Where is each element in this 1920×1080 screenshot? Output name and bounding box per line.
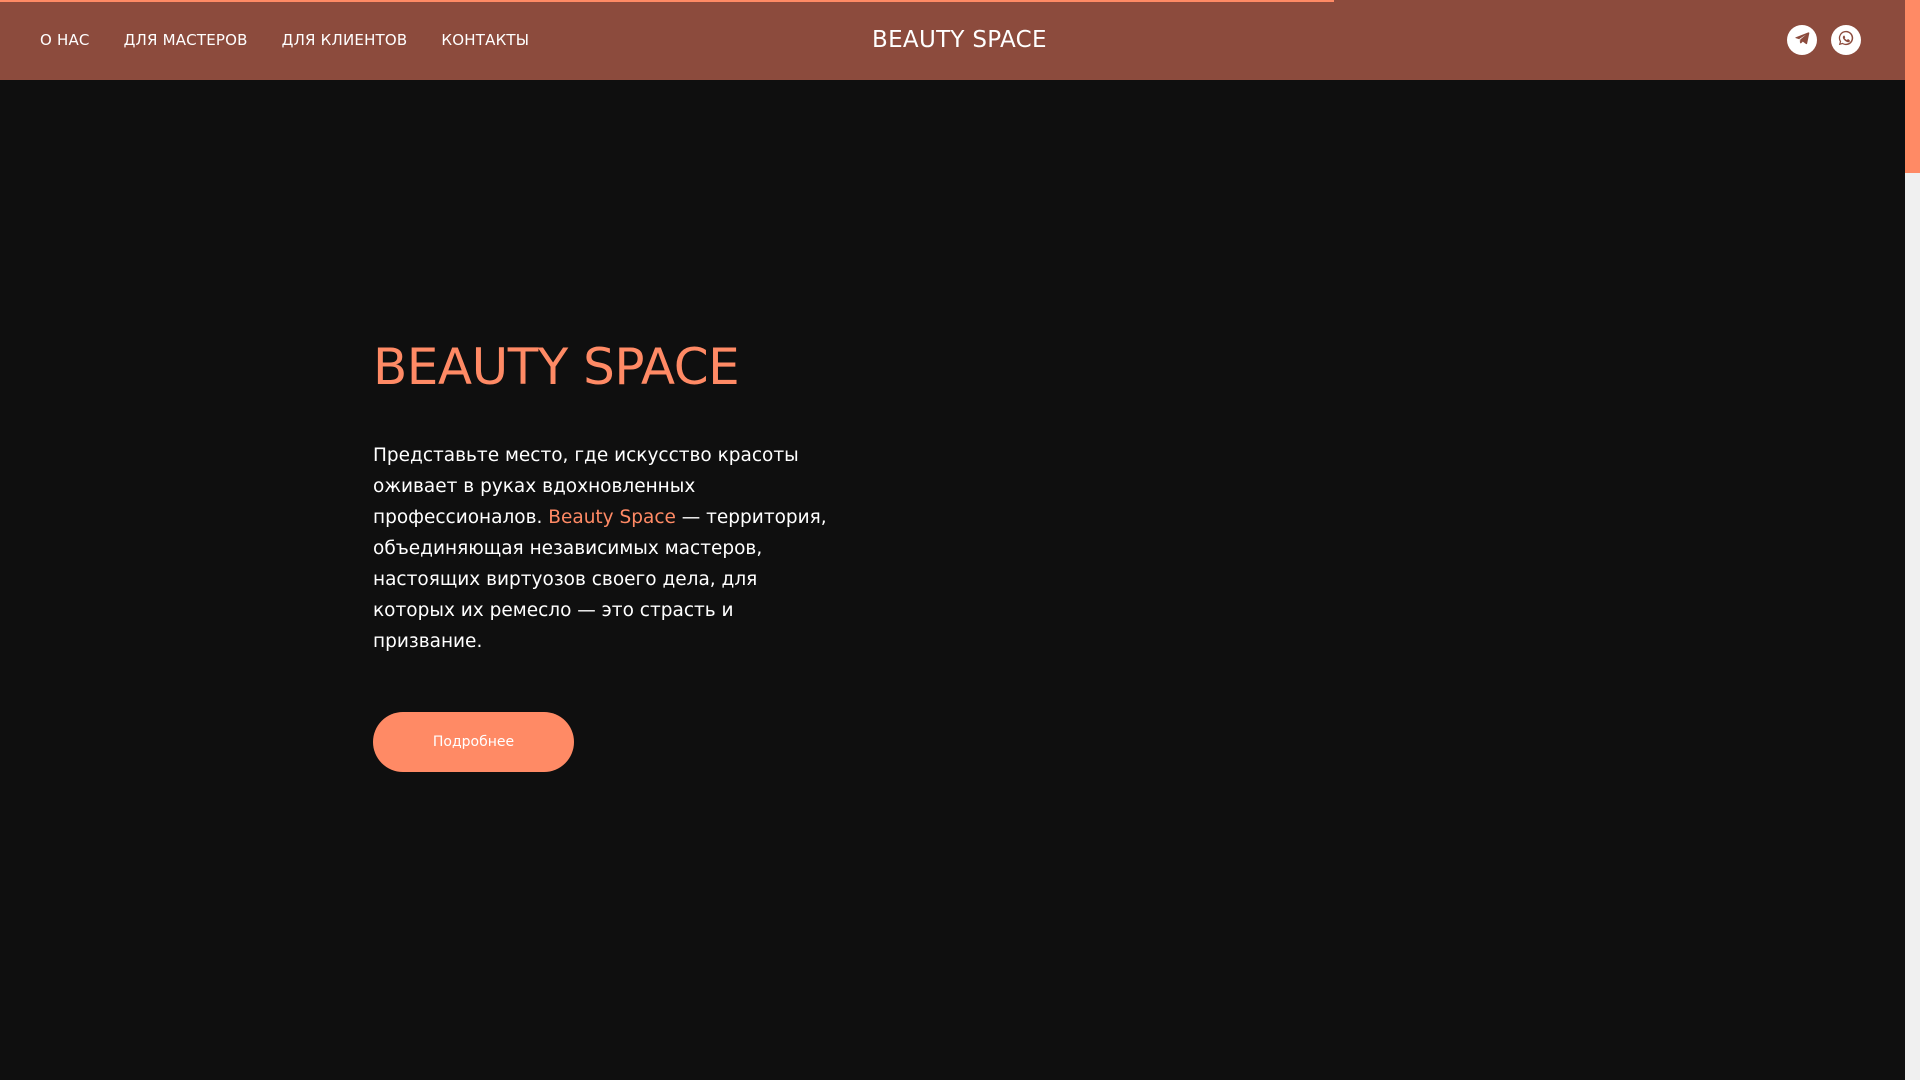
hero-title: BEAUTY SPACE bbox=[373, 338, 740, 396]
hero-section: BEAUTY SPACE Представьте место, где иску… bbox=[373, 335, 853, 772]
telegram-icon bbox=[1794, 30, 1810, 50]
page: О НАС ДЛЯ МАСТЕРОВ ДЛЯ КЛИЕНТОВ КОНТАКТЫ… bbox=[0, 0, 1920, 1080]
more-details-button[interactable]: Подробнее bbox=[373, 712, 574, 772]
scrollbar-thumb[interactable] bbox=[1905, 0, 1920, 173]
hero-text-rest: — территория, объединяющая независимых м… bbox=[373, 507, 827, 652]
whatsapp-button[interactable] bbox=[1831, 25, 1861, 55]
nav-link-contacts[interactable]: КОНТАКТЫ bbox=[441, 31, 529, 49]
whatsapp-icon bbox=[1837, 29, 1855, 51]
site-header: О НАС ДЛЯ МАСТЕРОВ ДЛЯ КЛИЕНТОВ КОНТАКТЫ… bbox=[0, 0, 1905, 80]
hero-brand-name: Beauty Space bbox=[548, 507, 676, 528]
nav-link-for-clients[interactable]: ДЛЯ КЛИЕНТОВ bbox=[282, 31, 408, 49]
telegram-button[interactable] bbox=[1787, 25, 1817, 55]
nav-link-about[interactable]: О НАС bbox=[40, 31, 90, 49]
scrollbar[interactable] bbox=[1905, 0, 1920, 1080]
site-logo[interactable]: BEAUTY SPACE bbox=[872, 0, 1047, 80]
nav-link-for-masters[interactable]: ДЛЯ МАСТЕРОВ bbox=[124, 31, 248, 49]
social-links bbox=[1787, 25, 1861, 55]
hero-description: Представьте место, где искусство красоты… bbox=[373, 440, 843, 657]
main-nav: О НАС ДЛЯ МАСТЕРОВ ДЛЯ КЛИЕНТОВ КОНТАКТЫ bbox=[40, 0, 529, 80]
